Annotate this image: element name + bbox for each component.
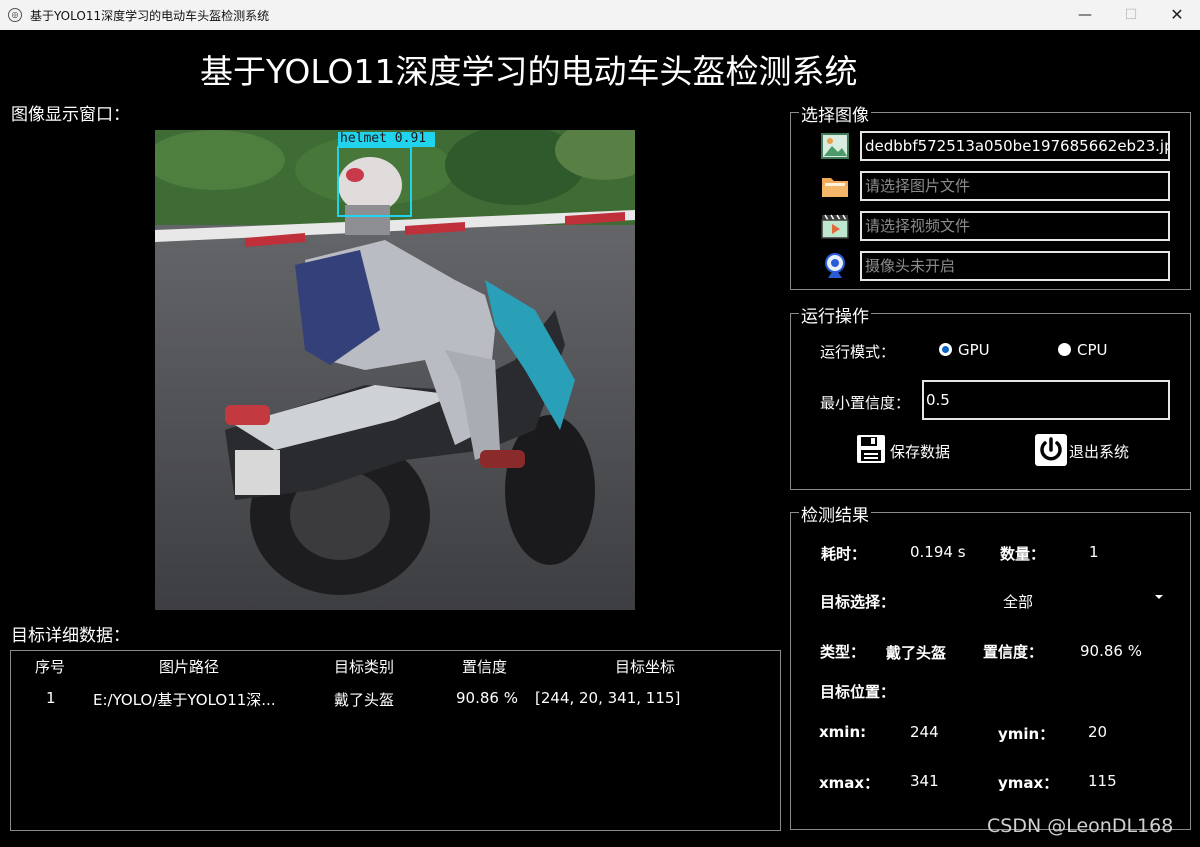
cell-path: E:/YOLO/基于YOLO11深... [93,691,276,709]
close-button[interactable]: ✕ [1154,0,1200,30]
gpu-label: GPU [958,341,990,359]
image-display: helmet 0.91 [155,130,635,610]
table-header-confidence: 置信度 [462,658,508,676]
camera-field[interactable]: 摄像头未开启 [860,251,1170,281]
cell-coords: [244, 20, 341, 115] [535,689,681,707]
save-icon [856,434,886,464]
chevron-down-icon [1155,595,1163,599]
camera-icon[interactable] [820,251,850,281]
target-select-value: 全部 [1003,593,1034,611]
cpu-label: CPU [1077,341,1108,359]
ymax-label: ymax： [998,774,1059,792]
cell-index: 1 [46,689,56,707]
ymin-label: ymin： [998,725,1055,743]
result-conf-label: 置信度： [983,643,1044,661]
gpu-radio-dot[interactable] [939,343,952,356]
confidence-input[interactable]: 0.5 [922,380,1170,420]
detail-table[interactable]: 序号 图片路径 目标类别 置信度 目标坐标 1 E:/YOLO/基于YOLO11… [10,650,781,831]
image-file-field[interactable]: 请选择图片文件 [860,171,1170,201]
position-label: 目标位置： [820,683,896,701]
maximize-button[interactable]: ☐ [1108,0,1154,30]
power-icon [1035,434,1067,466]
video-icon[interactable] [820,211,850,241]
table-label: 目标详细数据： [11,626,130,646]
cpu-radio-dot[interactable] [1058,343,1071,356]
operations-title: 运行操作 [799,302,871,327]
window-title: 基于YOLO11深度学习的电动车头盔检测系统 [30,9,270,23]
table-header-coords: 目标坐标 [615,658,676,676]
save-label: 保存数据 [890,443,951,461]
image-icon[interactable] [820,131,850,161]
count-value: 1 [1089,543,1099,561]
results-title: 检测结果 [799,501,871,526]
window-titlebar: ◎ 基于YOLO11深度学习的电动车头盔检测系统 — ☐ ✕ [0,0,1200,30]
table-header-path: 图片路径 [159,658,220,676]
exit-label: 退出系统 [1069,443,1130,461]
image-path-field[interactable]: dedbbf572513a050be197685662eb23.jpg [860,131,1170,161]
target-select-label: 目标选择： [820,593,896,611]
table-header-class: 目标类别 [334,658,395,676]
ymax-value: 115 [1088,772,1117,790]
cell-confidence: 90.86 % [456,689,518,707]
confidence-label: 最小置信度： [820,394,911,412]
result-conf-value: 90.86 % [1080,642,1142,660]
select-image-title: 选择图像 [799,101,871,126]
xmax-value: 341 [910,772,939,790]
minimize-button[interactable]: — [1062,0,1108,30]
type-value: 戴了头盔 [886,644,947,662]
table-header-index: 序号 [35,658,66,676]
time-value: 0.194 s [910,543,966,561]
xmax-label: xmax： [819,774,880,792]
ymin-value: 20 [1088,723,1108,741]
watermark: CSDN @LeonDL168 [987,815,1174,837]
type-label: 类型： [820,643,866,661]
folder-icon[interactable] [820,171,850,201]
page-title: 基于YOLO11深度学习的电动车头盔检测系统 [200,52,858,91]
detection-label: helmet 0.91 [340,131,427,146]
mode-label: 运行模式： [820,343,896,361]
video-file-field[interactable]: 请选择视频文件 [860,211,1170,241]
xmin-value: 244 [910,723,939,741]
count-label: 数量： [1000,545,1046,563]
logo-icon: ◎ [8,8,22,22]
xmin-label: xmin: [819,723,867,741]
time-label: 耗时： [821,545,867,563]
scooter-photo [155,130,635,610]
image-panel-label: 图像显示窗口： [11,105,130,125]
cell-class: 戴了头盔 [334,691,395,709]
